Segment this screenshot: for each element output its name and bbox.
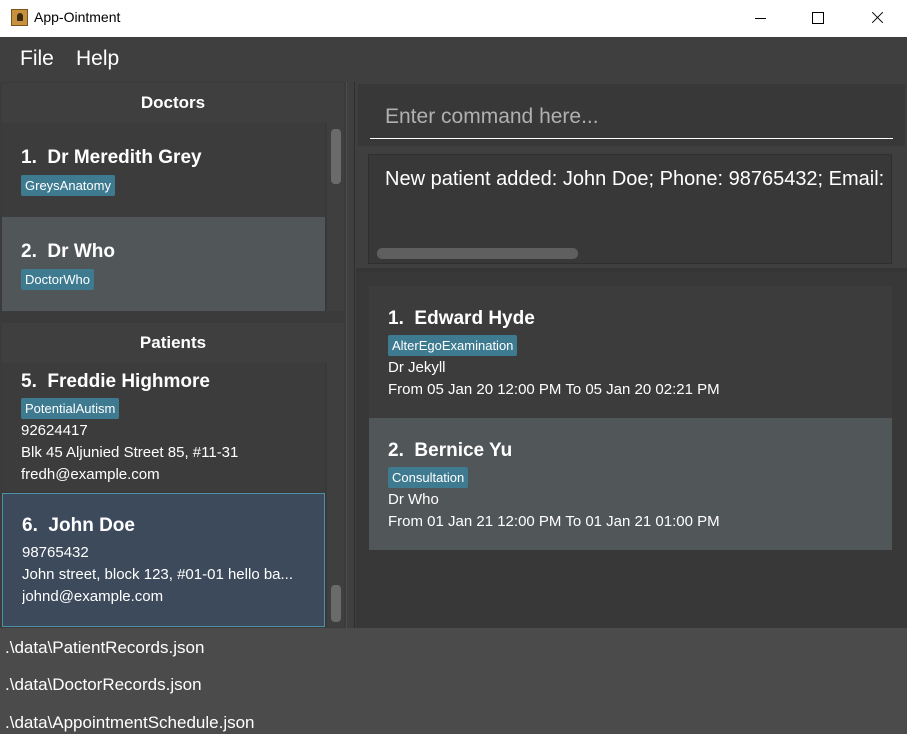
patient-name: 6. John Doe [22, 515, 135, 536]
close-button[interactable] [848, 0, 906, 37]
patient-card[interactable]: 5. Freddie Highmore PotentialAutism 9262… [2, 363, 325, 492]
menu-help[interactable]: Help [76, 47, 119, 71]
patient-email: johnd@example.com [22, 588, 164, 605]
appointment-list[interactable]: 1. Edward Hyde AlterEgoExamination Dr Je… [356, 272, 907, 628]
appointment-doctor: Dr Who [388, 491, 439, 508]
appointment-card[interactable]: 1. Edward Hyde AlterEgoExamination Dr Je… [369, 286, 892, 418]
title-bar: App-Ointment [0, 0, 907, 37]
command-input[interactable] [370, 96, 893, 139]
minimize-button[interactable] [731, 0, 789, 37]
window-title: App-Ointment [34, 9, 121, 25]
menu-file[interactable]: File [20, 47, 54, 71]
patient-address: John street, block 123, #01-01 hello ba.… [22, 566, 294, 583]
patient-phone: 98765432 [22, 544, 89, 561]
doctor-list[interactable]: 1. Dr Meredith Grey GreysAnatomy 2. Dr W… [2, 123, 344, 311]
patient-card-selected[interactable]: 6. John Doe 98765432 John street, block … [2, 493, 325, 627]
doctor-list-scrollbar[interactable] [327, 123, 344, 311]
appointment-patient-name: 1. Edward Hyde [388, 308, 535, 329]
status-bar: .\data\PatientRecords.json .\data\Doctor… [0, 628, 907, 734]
doctor-card[interactable]: 2. Dr Who DoctorWho [2, 217, 325, 311]
doctor-name: 2. Dr Who [21, 241, 115, 262]
appointment-schedule-path: .\data\AppointmentSchedule.json [5, 713, 255, 732]
result-text: New patient added: John Doe; Phone: 9876… [385, 168, 885, 190]
doctor-name: 1. Dr Meredith Grey [21, 147, 202, 168]
appointment-card[interactable]: 2. Bernice Yu Consultation Dr Who From 0… [369, 418, 892, 550]
app-icon [11, 9, 28, 26]
appointment-doctor: Dr Jekyll [388, 359, 446, 376]
result-display[interactable]: New patient added: John Doe; Phone: 9876… [368, 154, 892, 264]
left-panel: Doctors 1. Dr Meredith Grey GreysAnatomy… [0, 82, 346, 628]
appointment-time: From 05 Jan 20 12:00 PM To 05 Jan 20 02:… [388, 381, 720, 398]
doctor-card[interactable]: 1. Dr Meredith Grey GreysAnatomy [2, 123, 325, 217]
patient-address: Blk 45 Aljunied Street 85, #11-31 [21, 444, 239, 461]
doctors-header: Doctors [2, 83, 344, 123]
menu-bar: File Help [0, 37, 907, 82]
appointment-tag: Consultation [388, 467, 469, 488]
appointment-tag: AlterEgoExamination [388, 335, 518, 356]
split-pane-divider[interactable] [346, 82, 355, 628]
appointment-patient-name: 2. Bernice Yu [388, 440, 513, 461]
patient-tag: PotentialAutism [21, 398, 120, 419]
patients-header: Patients [2, 323, 344, 363]
appointment-time: From 01 Jan 21 12:00 PM To 01 Jan 21 01:… [388, 513, 720, 530]
scrollbar-thumb[interactable] [331, 585, 341, 622]
doctor-records-path: .\data\DoctorRecords.json [5, 675, 202, 694]
maximize-button[interactable] [789, 0, 847, 37]
patient-list-scrollbar[interactable] [327, 363, 344, 627]
patient-records-path: .\data\PatientRecords.json [5, 638, 205, 657]
patient-email: fredh@example.com [21, 466, 160, 483]
scrollbar-thumb[interactable] [331, 129, 341, 184]
patient-list[interactable]: 5. Freddie Highmore PotentialAutism 9262… [2, 363, 344, 627]
patient-phone: 92624417 [21, 422, 88, 439]
result-scrollbar-thumb[interactable] [377, 248, 578, 259]
doctor-tag: DoctorWho [21, 269, 95, 290]
patient-name: 5. Freddie Highmore [21, 371, 210, 392]
doctor-tag: GreysAnatomy [21, 175, 115, 196]
